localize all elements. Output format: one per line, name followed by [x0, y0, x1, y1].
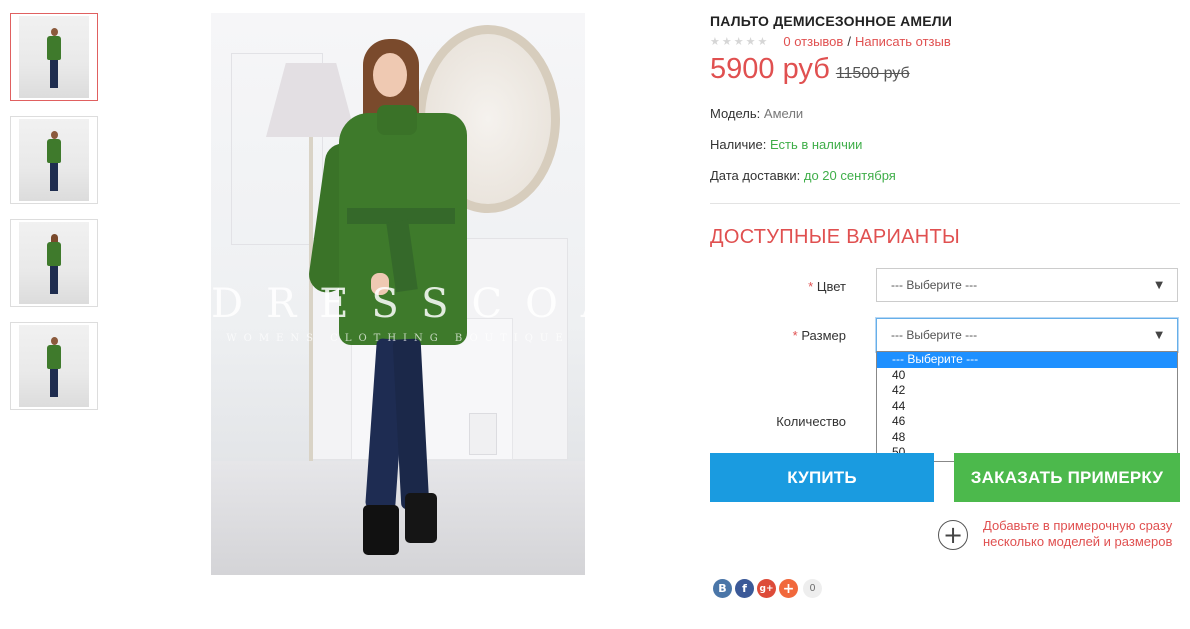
reviews-link[interactable]: 0 отзывов — [783, 34, 843, 49]
thumbnail-3[interactable] — [10, 219, 98, 307]
divider — [710, 203, 1180, 204]
spec-value: до 20 сентября — [803, 168, 896, 183]
spec-label: Модель: — [710, 106, 761, 121]
size-option[interactable]: 42 — [877, 383, 1177, 399]
product-info: ПАЛЬТО ДЕМИСЕЗОННОЕ АМЕЛИ ★ ★ ★ ★ ★ 0 от… — [710, 13, 1180, 199]
spec-delivery: Дата доставки: до 20 сентября — [710, 168, 1180, 183]
color-label-text: Цвет — [816, 279, 846, 294]
variants-title: ДОСТУПНЫЕ ВАРИАНТЫ — [710, 226, 961, 248]
facebook-icon[interactable]: f — [735, 579, 754, 598]
size-option[interactable]: 40 — [877, 368, 1177, 384]
size-option[interactable]: 44 — [877, 399, 1177, 415]
size-option[interactable]: 46 — [877, 414, 1177, 430]
required-mark: * — [808, 279, 814, 294]
write-review-link[interactable]: Написать отзыв — [855, 34, 951, 49]
quantity-label: Количество — [776, 414, 846, 429]
buy-button[interactable]: КУПИТЬ — [710, 453, 934, 502]
try-on-button[interactable]: ЗАКАЗАТЬ ПРИМЕРКУ — [954, 453, 1180, 502]
share-count: 0 — [803, 579, 822, 598]
color-select[interactable]: --- Выберите --- ▼ — [876, 268, 1178, 302]
color-select-value: --- Выберите --- — [891, 278, 978, 292]
add-to-fitting-icon[interactable]: + — [938, 520, 968, 550]
thumbnail-gallery — [10, 13, 98, 425]
spec-value: Амели — [763, 106, 804, 121]
star-icon: ★ — [745, 35, 756, 48]
watermark-brand: DRESSCOAT — [211, 281, 585, 327]
thumbnail-4[interactable] — [10, 322, 98, 410]
rating-row: ★ ★ ★ ★ ★ 0 отзывов / Написать отзыв — [710, 34, 1180, 49]
addthis-icon[interactable]: + — [779, 579, 798, 598]
size-dropdown-list: --- Выберите --- 40 42 44 46 48 50 — [876, 351, 1178, 462]
star-icon: ★ — [710, 35, 720, 48]
star-icon: ★ — [721, 35, 732, 48]
current-price: 5900 руб — [710, 53, 830, 85]
spec-label: Дата доставки: — [710, 168, 801, 183]
thumbnail-image — [19, 16, 89, 98]
price-row: 5900 руб 11500 руб — [710, 53, 1180, 86]
size-select-value: --- Выберите --- — [891, 328, 978, 342]
chevron-down-icon: ▼ — [1155, 279, 1163, 291]
size-option[interactable]: --- Выберите --- — [877, 352, 1177, 368]
spec-model: Модель: Амели — [710, 106, 1180, 121]
size-label-text: Размер — [801, 328, 846, 343]
size-select[interactable]: --- Выберите --- ▼ — [876, 318, 1178, 352]
watermark-tagline: WOMENS CLOTHING BOUTIQUE — [226, 333, 570, 344]
spec-label: Наличие: — [710, 137, 767, 152]
rating-separator: / — [847, 34, 851, 49]
thumbnail-image — [19, 119, 89, 201]
size-option[interactable]: 48 — [877, 430, 1177, 446]
thumbnail-2[interactable] — [10, 116, 98, 204]
rating-stars: ★ ★ ★ ★ ★ — [710, 35, 767, 48]
thumbnail-image — [19, 222, 89, 304]
thumbnail-image — [19, 325, 89, 407]
size-label: * Размер — [696, 328, 846, 343]
fitting-room-text: Добавьте в примерочную сразу несколько м… — [983, 518, 1173, 549]
spec-availability: Наличие: Есть в наличии — [710, 137, 1180, 152]
star-icon: ★ — [733, 35, 744, 48]
star-icon: ★ — [757, 35, 768, 48]
fitting-room-note: + Добавьте в примерочную сразу несколько… — [938, 518, 1183, 550]
thumbnail-1[interactable] — [10, 13, 98, 101]
old-price: 11500 руб — [835, 65, 910, 82]
color-label: * Цвет — [696, 279, 846, 294]
google-plus-icon[interactable]: g+ — [757, 579, 776, 598]
product-specs: Модель: Амели Наличие: Есть в наличии Да… — [710, 106, 1180, 183]
chevron-down-icon: ▼ — [1155, 329, 1163, 341]
main-product-image[interactable]: DRESSCOAT WOMENS CLOTHING BOUTIQUE — [211, 13, 585, 575]
product-title: ПАЛЬТО ДЕМИСЕЗОННОЕ АМЕЛИ — [710, 13, 953, 29]
lantern — [469, 413, 497, 455]
required-mark: * — [792, 328, 798, 343]
vk-icon[interactable]: B — [713, 579, 732, 598]
share-bar: B f g+ + 0 — [713, 579, 822, 598]
spec-value: Есть в наличии — [769, 137, 863, 152]
